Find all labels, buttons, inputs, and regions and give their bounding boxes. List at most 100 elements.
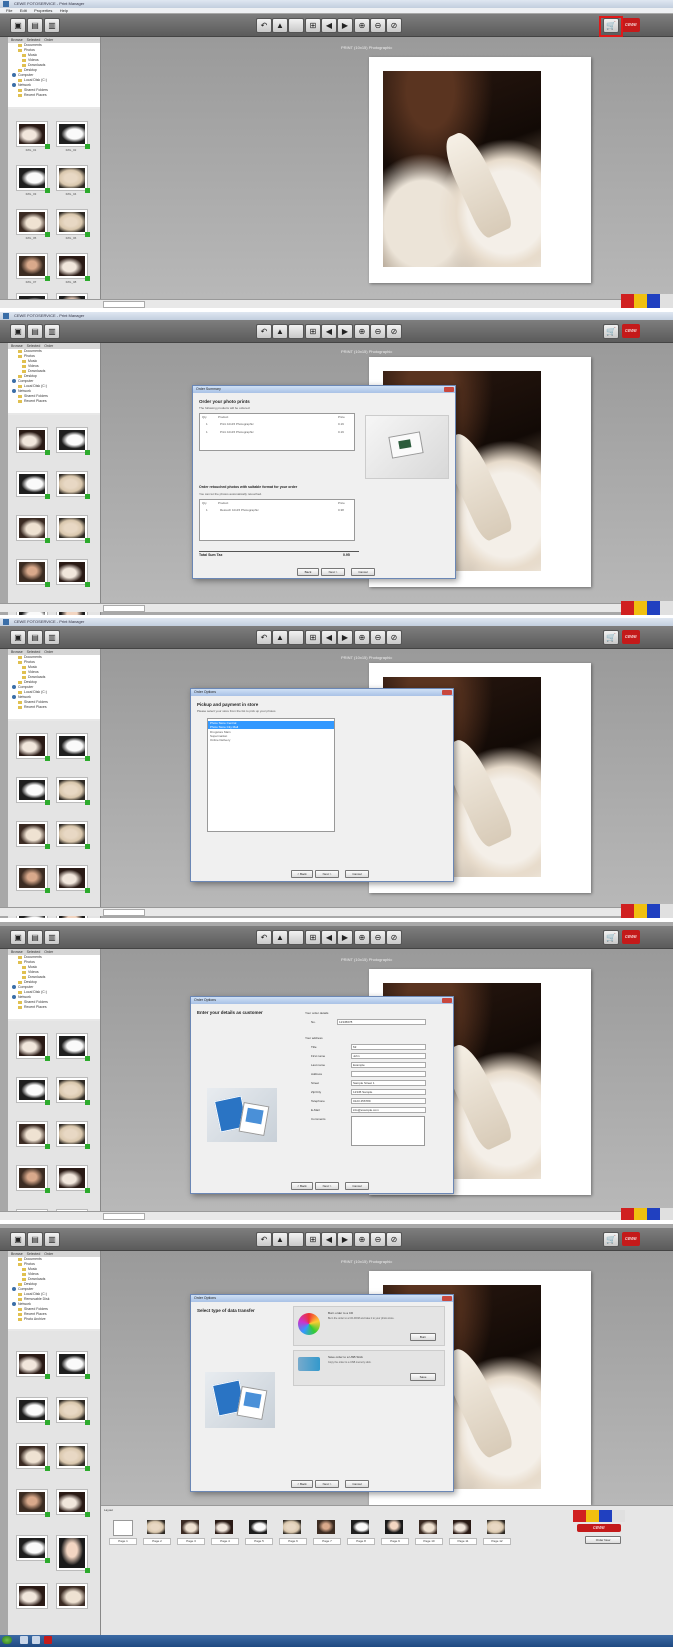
- open-folder-icon[interactable]: ▤: [27, 324, 43, 339]
- store-list[interactable]: Photo Store Central Photo Store City Mal…: [207, 718, 335, 832]
- language-flags[interactable]: [621, 601, 673, 615]
- telephone-field[interactable]: 0123 456789: [351, 1098, 426, 1104]
- list-item[interactable]: Online Delivery: [210, 738, 230, 742]
- tree-item[interactable]: Recent Places: [8, 399, 100, 404]
- zoom-out-icon[interactable]: ⊖: [370, 930, 386, 945]
- back-button[interactable]: < Back: [291, 1480, 313, 1488]
- thumbnail[interactable]: [56, 165, 90, 193]
- thumbnail[interactable]: [16, 471, 50, 499]
- back-button[interactable]: < Back: [291, 1182, 313, 1190]
- close-icon[interactable]: [442, 998, 452, 1003]
- thumbnail[interactable]: [16, 1583, 48, 1609]
- comments-field[interactable]: [351, 1116, 425, 1146]
- zoom-out-icon[interactable]: ⊖: [370, 18, 386, 33]
- taskbar-app-icon[interactable]: [44, 1636, 52, 1644]
- layout-option[interactable]: Page 4: [211, 1516, 239, 1546]
- new-icon[interactable]: ▣: [10, 1232, 26, 1247]
- layout-option[interactable]: Page 10: [415, 1516, 443, 1546]
- zoom-in-icon[interactable]: ⊕: [354, 930, 370, 945]
- thumbnail[interactable]: [56, 1165, 90, 1193]
- photo[interactable]: [383, 71, 541, 267]
- zoom-in-icon[interactable]: ⊕: [354, 324, 370, 339]
- order-cart-icon[interactable]: 🛒: [603, 930, 619, 945]
- tree-item[interactable]: Recent Places: [8, 93, 100, 98]
- burn-button[interactable]: Burn: [410, 1333, 436, 1341]
- image-icon[interactable]: ▲: [272, 324, 288, 339]
- tab-browse[interactable]: Browse: [11, 950, 23, 954]
- tab-browse[interactable]: Browse: [11, 344, 23, 348]
- next-button[interactable]: Next >: [315, 1480, 339, 1488]
- image-icon[interactable]: ▲: [272, 18, 288, 33]
- folder-tree[interactable]: Documents Photos Music Videos Downloads …: [8, 1257, 100, 1329]
- order-cart-icon[interactable]: 🛒: [603, 630, 619, 645]
- prev-icon[interactable]: ◀: [321, 630, 337, 645]
- title-field[interactable]: Mr.: [351, 1044, 426, 1050]
- zoom-in-icon[interactable]: ⊕: [354, 630, 370, 645]
- menu-item-edit[interactable]: Edit: [20, 8, 27, 13]
- next-button[interactable]: Next >: [315, 1182, 339, 1190]
- thumbnail[interactable]: [56, 1397, 90, 1425]
- open-folder-icon[interactable]: ▤: [27, 1232, 43, 1247]
- thumbnail[interactable]: [16, 1077, 50, 1105]
- tab-browse[interactable]: Browse: [11, 1252, 23, 1256]
- prev-icon[interactable]: ◀: [321, 18, 337, 33]
- thumbnail[interactable]: [56, 209, 90, 237]
- new-icon[interactable]: ▣: [10, 930, 26, 945]
- tab-order[interactable]: Order: [44, 650, 53, 654]
- thumbnail[interactable]: [56, 777, 90, 805]
- order-cart-icon[interactable]: 🛒: [603, 1232, 619, 1247]
- thumbnail[interactable]: [16, 1535, 50, 1563]
- layout-option[interactable]: Page 1: [109, 1516, 137, 1546]
- thumbnail[interactable]: [56, 865, 90, 893]
- close-icon[interactable]: [442, 1296, 452, 1301]
- save-icon[interactable]: ▥: [44, 630, 60, 645]
- layout-option[interactable]: Page 6: [279, 1516, 307, 1546]
- back-button[interactable]: < Back: [291, 870, 313, 878]
- zoom-out-icon[interactable]: ⊖: [370, 630, 386, 645]
- thumbnail[interactable]: [56, 1583, 88, 1609]
- undo-icon[interactable]: ↶: [256, 324, 272, 339]
- close-icon[interactable]: [444, 387, 454, 392]
- tab-order[interactable]: Order: [44, 950, 53, 954]
- undo-icon[interactable]: ↶: [256, 930, 272, 945]
- zoom-fit-icon[interactable]: ⊘: [386, 930, 402, 945]
- layout-option[interactable]: Page 8: [347, 1516, 375, 1546]
- menu-item-properties[interactable]: Properties: [34, 8, 52, 13]
- language-flags[interactable]: [621, 1208, 673, 1220]
- thumbnail[interactable]: [56, 559, 90, 587]
- blank-icon[interactable]: [288, 930, 304, 945]
- back-button[interactable]: Back: [297, 568, 319, 576]
- thumbnail[interactable]: [56, 253, 90, 281]
- blank-icon[interactable]: [288, 630, 304, 645]
- address-field[interactable]: [351, 1071, 426, 1077]
- blank-icon[interactable]: [288, 1232, 304, 1247]
- open-folder-icon[interactable]: ▤: [27, 930, 43, 945]
- thumbnail[interactable]: [16, 427, 50, 455]
- prev-icon[interactable]: ◀: [321, 324, 337, 339]
- grid-icon[interactable]: ⊞: [305, 930, 321, 945]
- tab-selected[interactable]: Selected: [27, 650, 41, 654]
- thumbnail[interactable]: [56, 121, 90, 149]
- new-icon[interactable]: ▣: [10, 324, 26, 339]
- folder-tree[interactable]: Documents Photos Music Videos Downloads …: [8, 349, 100, 413]
- open-folder-icon[interactable]: ▤: [27, 630, 43, 645]
- tab-browse[interactable]: Browse: [11, 38, 23, 42]
- open-folder-icon[interactable]: ▤: [27, 18, 43, 33]
- zoom-fit-icon[interactable]: ⊘: [386, 18, 402, 33]
- grid-icon[interactable]: ⊞: [305, 1232, 321, 1247]
- thumbnail[interactable]: [56, 1077, 90, 1105]
- thumbnail[interactable]: [16, 1397, 50, 1425]
- menu-item-file[interactable]: File: [6, 8, 12, 13]
- tab-selected[interactable]: Selected: [27, 1252, 41, 1256]
- list-item[interactable]: Photo Store City Mall: [208, 725, 334, 729]
- menu-item-help[interactable]: Help: [60, 8, 68, 13]
- zoom-out-icon[interactable]: ⊖: [370, 1232, 386, 1247]
- new-icon[interactable]: ▣: [10, 630, 26, 645]
- zip-city-field[interactable]: 12345 Sample: [351, 1089, 426, 1095]
- layout-option[interactable]: Page 11: [449, 1516, 477, 1546]
- thumbnail[interactable]: [16, 1033, 50, 1061]
- thumbnail[interactable]: [16, 253, 50, 281]
- start-icon[interactable]: [2, 1636, 12, 1644]
- thumbnail[interactable]: [16, 733, 50, 761]
- thumbnail[interactable]: [56, 733, 90, 761]
